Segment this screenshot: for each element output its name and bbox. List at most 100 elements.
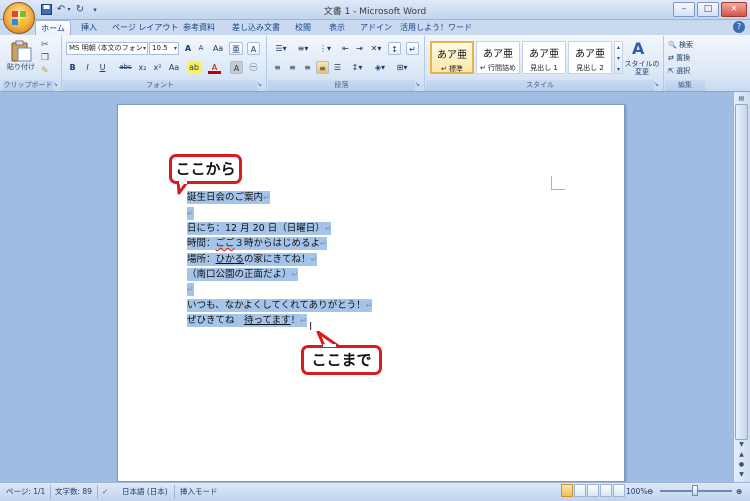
superscript-button[interactable]: x² xyxy=(151,61,164,74)
maximize-button[interactable]: □ xyxy=(697,2,719,17)
borders-icon[interactable]: ⊞▾ xyxy=(393,61,411,74)
doc-line-closing[interactable]: ぜひきてね 待ってます！↵ xyxy=(187,314,307,327)
browse-object-icon[interactable]: ● xyxy=(735,460,748,470)
outline-view-icon[interactable] xyxy=(600,484,612,497)
phonetic-guide-button[interactable]: 亜 xyxy=(229,42,243,55)
word-count-status[interactable]: 文字数: 89 xyxy=(55,486,92,498)
highlight-button[interactable]: ab xyxy=(187,61,201,74)
bold-button[interactable]: B xyxy=(66,61,79,74)
grow-font-button[interactable]: A xyxy=(182,42,194,55)
tab-mailings[interactable]: 差し込み文書 xyxy=(228,20,284,35)
numbering-icon[interactable]: ≡▾ xyxy=(293,42,313,55)
doc-line-thanks[interactable]: いつも、なかよくしてくれてありがとう！↵ xyxy=(187,299,373,312)
styles-launcher-icon[interactable]: ↘ xyxy=(654,81,662,89)
tab-home[interactable]: ホーム xyxy=(35,20,71,35)
format-painter-icon[interactable]: ✎ xyxy=(41,66,49,76)
font-size-select[interactable]: 10.5 ▾ xyxy=(149,42,179,55)
sort-icon[interactable]: ↕ xyxy=(388,42,401,55)
italic-button[interactable]: I xyxy=(81,61,94,74)
tab-katsuyo-word[interactable]: 活用しよう！ワード xyxy=(400,20,472,35)
redo-icon[interactable]: ↻ xyxy=(74,4,86,16)
draft-view-icon[interactable] xyxy=(613,484,625,497)
doc-line-empty[interactable]: ↵ xyxy=(187,207,194,220)
cut-icon[interactable]: ✂ xyxy=(41,40,49,50)
language-status[interactable]: 日本語 (日本) xyxy=(122,486,168,498)
change-styles-label[interactable]: スタイルの変更 xyxy=(624,60,660,76)
next-page-icon[interactable]: ▼ xyxy=(735,470,748,480)
save-icon[interactable] xyxy=(40,4,52,16)
align-center-icon[interactable]: ≡ xyxy=(286,61,299,74)
insert-mode-status[interactable]: 挿入モード xyxy=(180,486,218,498)
enclose-char-button[interactable]: ㊀ xyxy=(247,61,260,74)
copy-icon[interactable]: ❐ xyxy=(41,53,49,63)
tab-page-layout[interactable]: ページ レイアウト xyxy=(112,20,178,35)
multilevel-list-icon[interactable]: ⋮▾ xyxy=(315,42,335,55)
doc-line-title[interactable]: 誕生日会のご案内↵ xyxy=(187,191,270,204)
strikethrough-button[interactable]: abc xyxy=(117,61,134,74)
show-marks-icon[interactable]: ↵ xyxy=(406,42,419,55)
tab-view[interactable]: 表示 xyxy=(326,20,348,35)
office-button[interactable] xyxy=(3,2,35,34)
style-heading-2[interactable]: あア亜 見出し 2 xyxy=(568,41,612,74)
decrease-indent-icon[interactable]: ⇤ xyxy=(339,42,352,55)
paste-icon[interactable] xyxy=(9,40,33,62)
tab-references[interactable]: 参考資料 xyxy=(181,20,217,35)
change-case-button[interactable]: Aa xyxy=(166,61,182,74)
zoom-slider-thumb[interactable] xyxy=(692,485,698,496)
underline-button[interactable]: U xyxy=(96,61,109,74)
asian-layout-icon[interactable]: ✕▾ xyxy=(367,42,385,55)
print-layout-view-icon[interactable] xyxy=(561,484,573,497)
shading-icon[interactable]: ◈▾ xyxy=(371,61,389,74)
align-left-icon[interactable]: ≡ xyxy=(271,61,284,74)
clear-format-button[interactable]: Aa xyxy=(211,42,225,55)
ruler-toggle-icon[interactable]: ▤ xyxy=(735,94,748,104)
tab-addins[interactable]: アドイン xyxy=(360,20,392,35)
paste-button-label[interactable]: 貼り付け xyxy=(7,62,37,72)
scroll-down-icon[interactable]: ▼ xyxy=(735,440,748,450)
font-launcher-icon[interactable]: ↘ xyxy=(257,81,265,89)
doc-line-date[interactable]: 日にち：12 月 20 日（日曜日）↵ xyxy=(187,222,332,235)
doc-line-empty[interactable]: ↵ xyxy=(187,283,194,296)
fullscreen-reading-view-icon[interactable] xyxy=(574,484,586,497)
replace-button[interactable]: ⇄ 置換 xyxy=(668,53,690,63)
customize-quick-access-icon[interactable]: ▾ xyxy=(89,4,101,16)
zoom-in-icon[interactable]: ⊕ xyxy=(736,486,742,498)
page-count-status[interactable]: ページ: 1/1 xyxy=(6,486,45,498)
change-styles-icon[interactable]: A xyxy=(632,39,644,58)
doc-line-park[interactable]: （南口公園の正面だよ）↵ xyxy=(187,268,299,281)
web-layout-view-icon[interactable] xyxy=(587,484,599,497)
select-button[interactable]: ⇱ 選択 xyxy=(668,66,690,76)
subscript-button[interactable]: x₂ xyxy=(136,61,149,74)
line-spacing-icon[interactable]: ↕▾ xyxy=(348,61,366,74)
char-shading-button[interactable]: A xyxy=(230,61,243,74)
paragraph-launcher-icon[interactable]: ↘ xyxy=(415,81,423,89)
style-no-spacing[interactable]: あア亜 ↵ 行間詰め xyxy=(476,41,520,74)
help-icon[interactable]: ? xyxy=(733,21,745,33)
font-color-button[interactable]: A xyxy=(208,61,221,74)
zoom-level[interactable]: 100% xyxy=(626,486,647,498)
style-heading-1[interactable]: あア亜 見出し 1 xyxy=(522,41,566,74)
font-name-select[interactable]: MS 明朝 (本文のフォン ▾ xyxy=(66,42,148,55)
clipboard-launcher-icon[interactable]: ↘ xyxy=(53,81,61,89)
increase-indent-icon[interactable]: ⇥ xyxy=(353,42,366,55)
tab-insert[interactable]: 挿入 xyxy=(78,20,100,35)
shrink-font-button[interactable]: A xyxy=(195,42,207,55)
doc-line-time[interactable]: 時間：ごご３時からはじめるよ↵ xyxy=(187,237,327,250)
undo-dropdown-icon[interactable]: ▾ xyxy=(66,4,72,16)
align-right-icon[interactable]: ≡ xyxy=(301,61,314,74)
distribute-icon[interactable]: ☰ xyxy=(331,61,344,74)
scroll-thumb[interactable] xyxy=(735,104,748,440)
style-normal[interactable]: あア亜 ↵ 標準 xyxy=(430,41,474,74)
previous-page-icon[interactable]: ▲ xyxy=(735,450,748,460)
justify-icon[interactable]: ≡ xyxy=(316,61,329,74)
find-button[interactable]: 🔍 検索 xyxy=(668,40,693,50)
tab-review[interactable]: 校閲 xyxy=(292,20,314,35)
bullets-icon[interactable]: ☰▾ xyxy=(271,42,291,55)
char-border-button[interactable]: A xyxy=(247,42,260,55)
close-button[interactable]: × xyxy=(721,2,747,17)
minimize-button[interactable]: – xyxy=(673,2,695,17)
styles-scroll-icon[interactable]: ▴ ▾ ▾ xyxy=(614,41,623,74)
doc-line-place[interactable]: 場所：ひかるの家にきてね！↵ xyxy=(187,253,318,266)
proofing-icon[interactable]: ✓ xyxy=(102,486,108,498)
zoom-out-icon[interactable]: ⊖ xyxy=(647,486,653,498)
